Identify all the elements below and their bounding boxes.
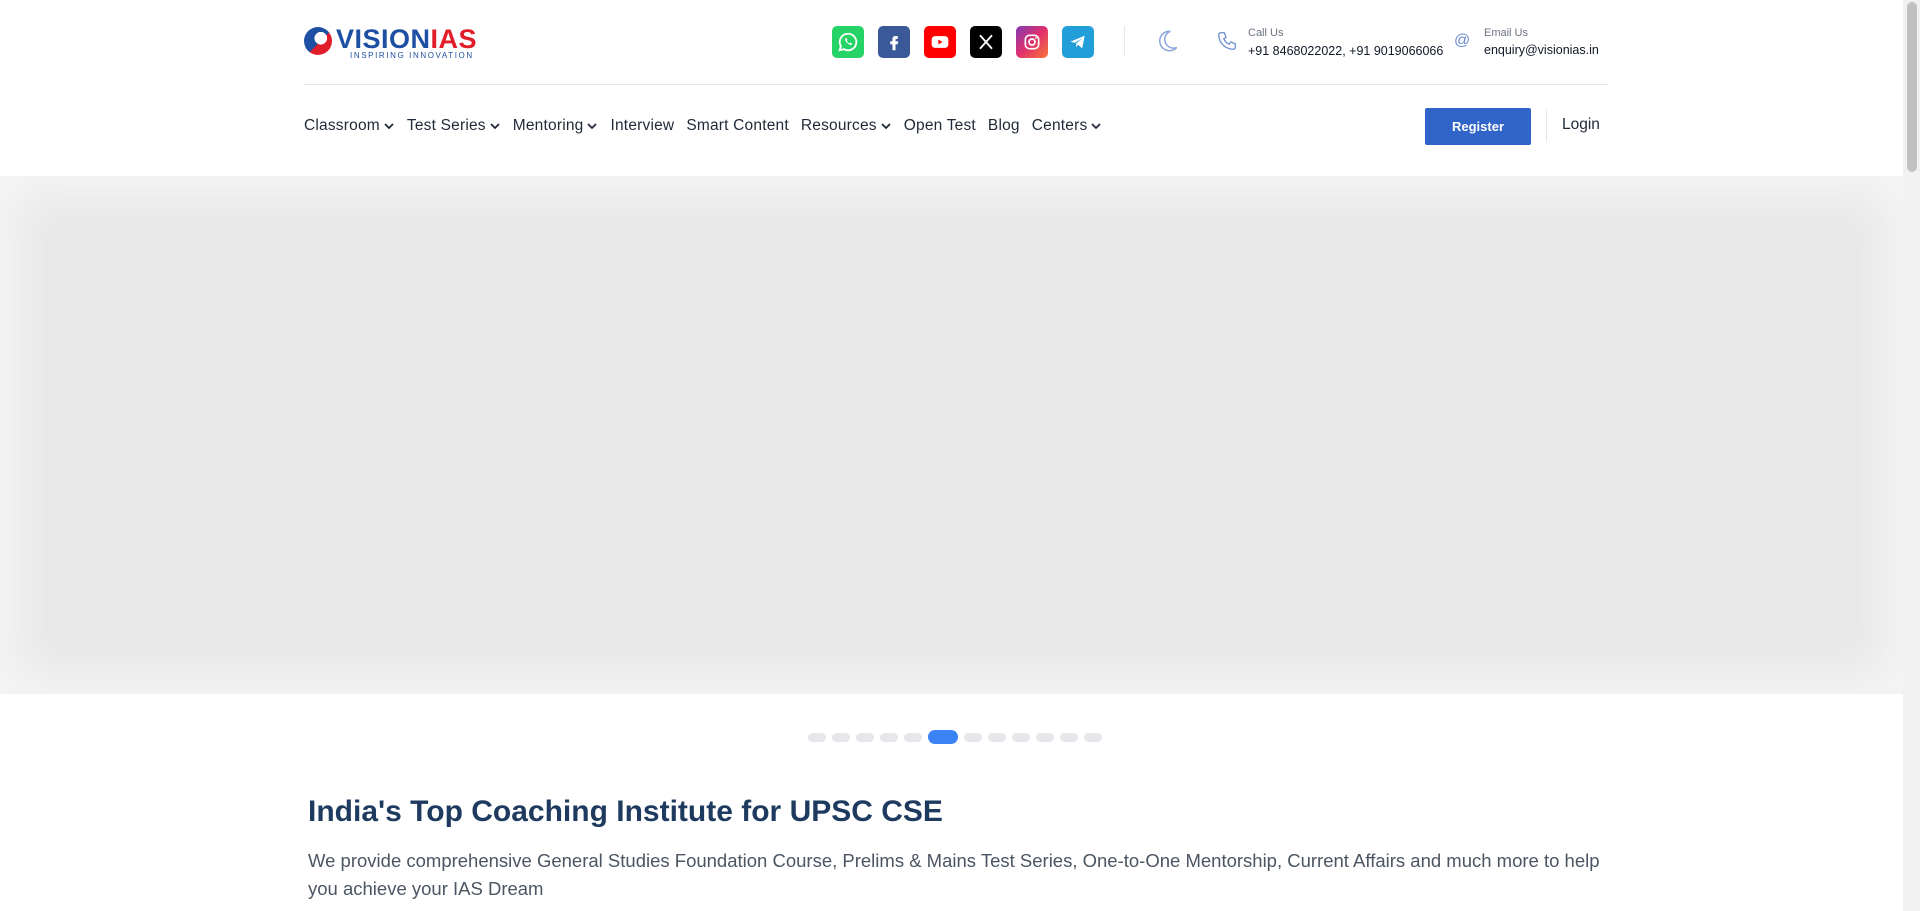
logo-tagline: INSPIRING INNOVATION xyxy=(350,51,474,60)
main-nav: Classroom Test Series Mentoring Intervie… xyxy=(304,112,1114,140)
carousel-dot[interactable] xyxy=(832,732,850,742)
chevron-down-icon xyxy=(1091,123,1102,130)
nav-item-resources[interactable]: Resources xyxy=(801,117,892,135)
header-divider xyxy=(1124,26,1125,56)
logo-mark-icon xyxy=(304,27,332,55)
nav-item-centers[interactable]: Centers xyxy=(1032,117,1103,135)
phone-icon xyxy=(1216,30,1238,52)
carousel-dot-active[interactable] xyxy=(928,730,958,744)
page-description: We provide comprehensive General Studies… xyxy=(308,850,1600,899)
carousel-dot[interactable] xyxy=(880,732,898,742)
carousel-dot[interactable] xyxy=(1084,732,1102,742)
carousel-pagination xyxy=(808,730,1108,744)
telegram-icon[interactable] xyxy=(1062,26,1094,58)
carousel-dot[interactable] xyxy=(856,732,874,742)
nav-item-smart-content[interactable]: Smart Content xyxy=(686,117,789,135)
call-us-label: Call Us xyxy=(1248,27,1284,39)
chevron-down-icon xyxy=(587,123,598,130)
email-us-label: Email Us xyxy=(1484,27,1529,39)
instagram-icon[interactable] xyxy=(1016,26,1048,58)
carousel-dot[interactable] xyxy=(1036,732,1054,742)
carousel-dot[interactable] xyxy=(808,732,826,742)
page-headline: India's Top Coaching Institute for UPSC … xyxy=(308,795,943,828)
login-link[interactable]: Login xyxy=(1562,116,1600,134)
facebook-icon[interactable] xyxy=(878,26,910,58)
page-scrollbar[interactable] xyxy=(1903,0,1920,911)
chevron-down-icon xyxy=(490,123,500,130)
carousel-dot[interactable] xyxy=(964,732,982,742)
chevron-down-icon xyxy=(881,123,891,130)
scrollbar-thumb[interactable] xyxy=(1907,2,1917,172)
youtube-icon[interactable] xyxy=(924,26,956,58)
x-icon[interactable] xyxy=(970,26,1002,58)
nav-item-test-series[interactable]: Test Series xyxy=(407,117,501,135)
nav-item-interview[interactable]: Interview xyxy=(610,117,674,135)
moon-icon[interactable] xyxy=(1154,28,1180,54)
hero-carousel-slide[interactable] xyxy=(0,176,1903,694)
register-button[interactable]: Register xyxy=(1425,108,1531,145)
chevron-down-icon xyxy=(384,123,394,130)
at-sign-icon: @ xyxy=(1454,32,1471,49)
nav-item-blog[interactable]: Blog xyxy=(988,117,1020,135)
header-divider-line xyxy=(304,84,1608,85)
email-address[interactable]: enquiry@visionias.in xyxy=(1484,43,1599,57)
nav-item-classroom[interactable]: Classroom xyxy=(304,117,395,135)
site-logo[interactable]: VISIONIAS INSPIRING INNOVATION xyxy=(304,24,478,60)
call-us-numbers[interactable]: +91 8468022022, +91 9019066066 xyxy=(1248,44,1443,58)
whatsapp-icon[interactable] xyxy=(832,26,864,58)
carousel-dot[interactable] xyxy=(1012,732,1030,742)
carousel-dot[interactable] xyxy=(1060,732,1078,742)
nav-separator xyxy=(1546,110,1547,142)
nav-item-mentoring[interactable]: Mentoring xyxy=(513,117,599,135)
carousel-dot[interactable] xyxy=(988,732,1006,742)
logo-wordmark: VISIONIAS xyxy=(336,24,478,54)
nav-item-open-test[interactable]: Open Test xyxy=(904,117,976,135)
carousel-dot[interactable] xyxy=(904,732,922,742)
